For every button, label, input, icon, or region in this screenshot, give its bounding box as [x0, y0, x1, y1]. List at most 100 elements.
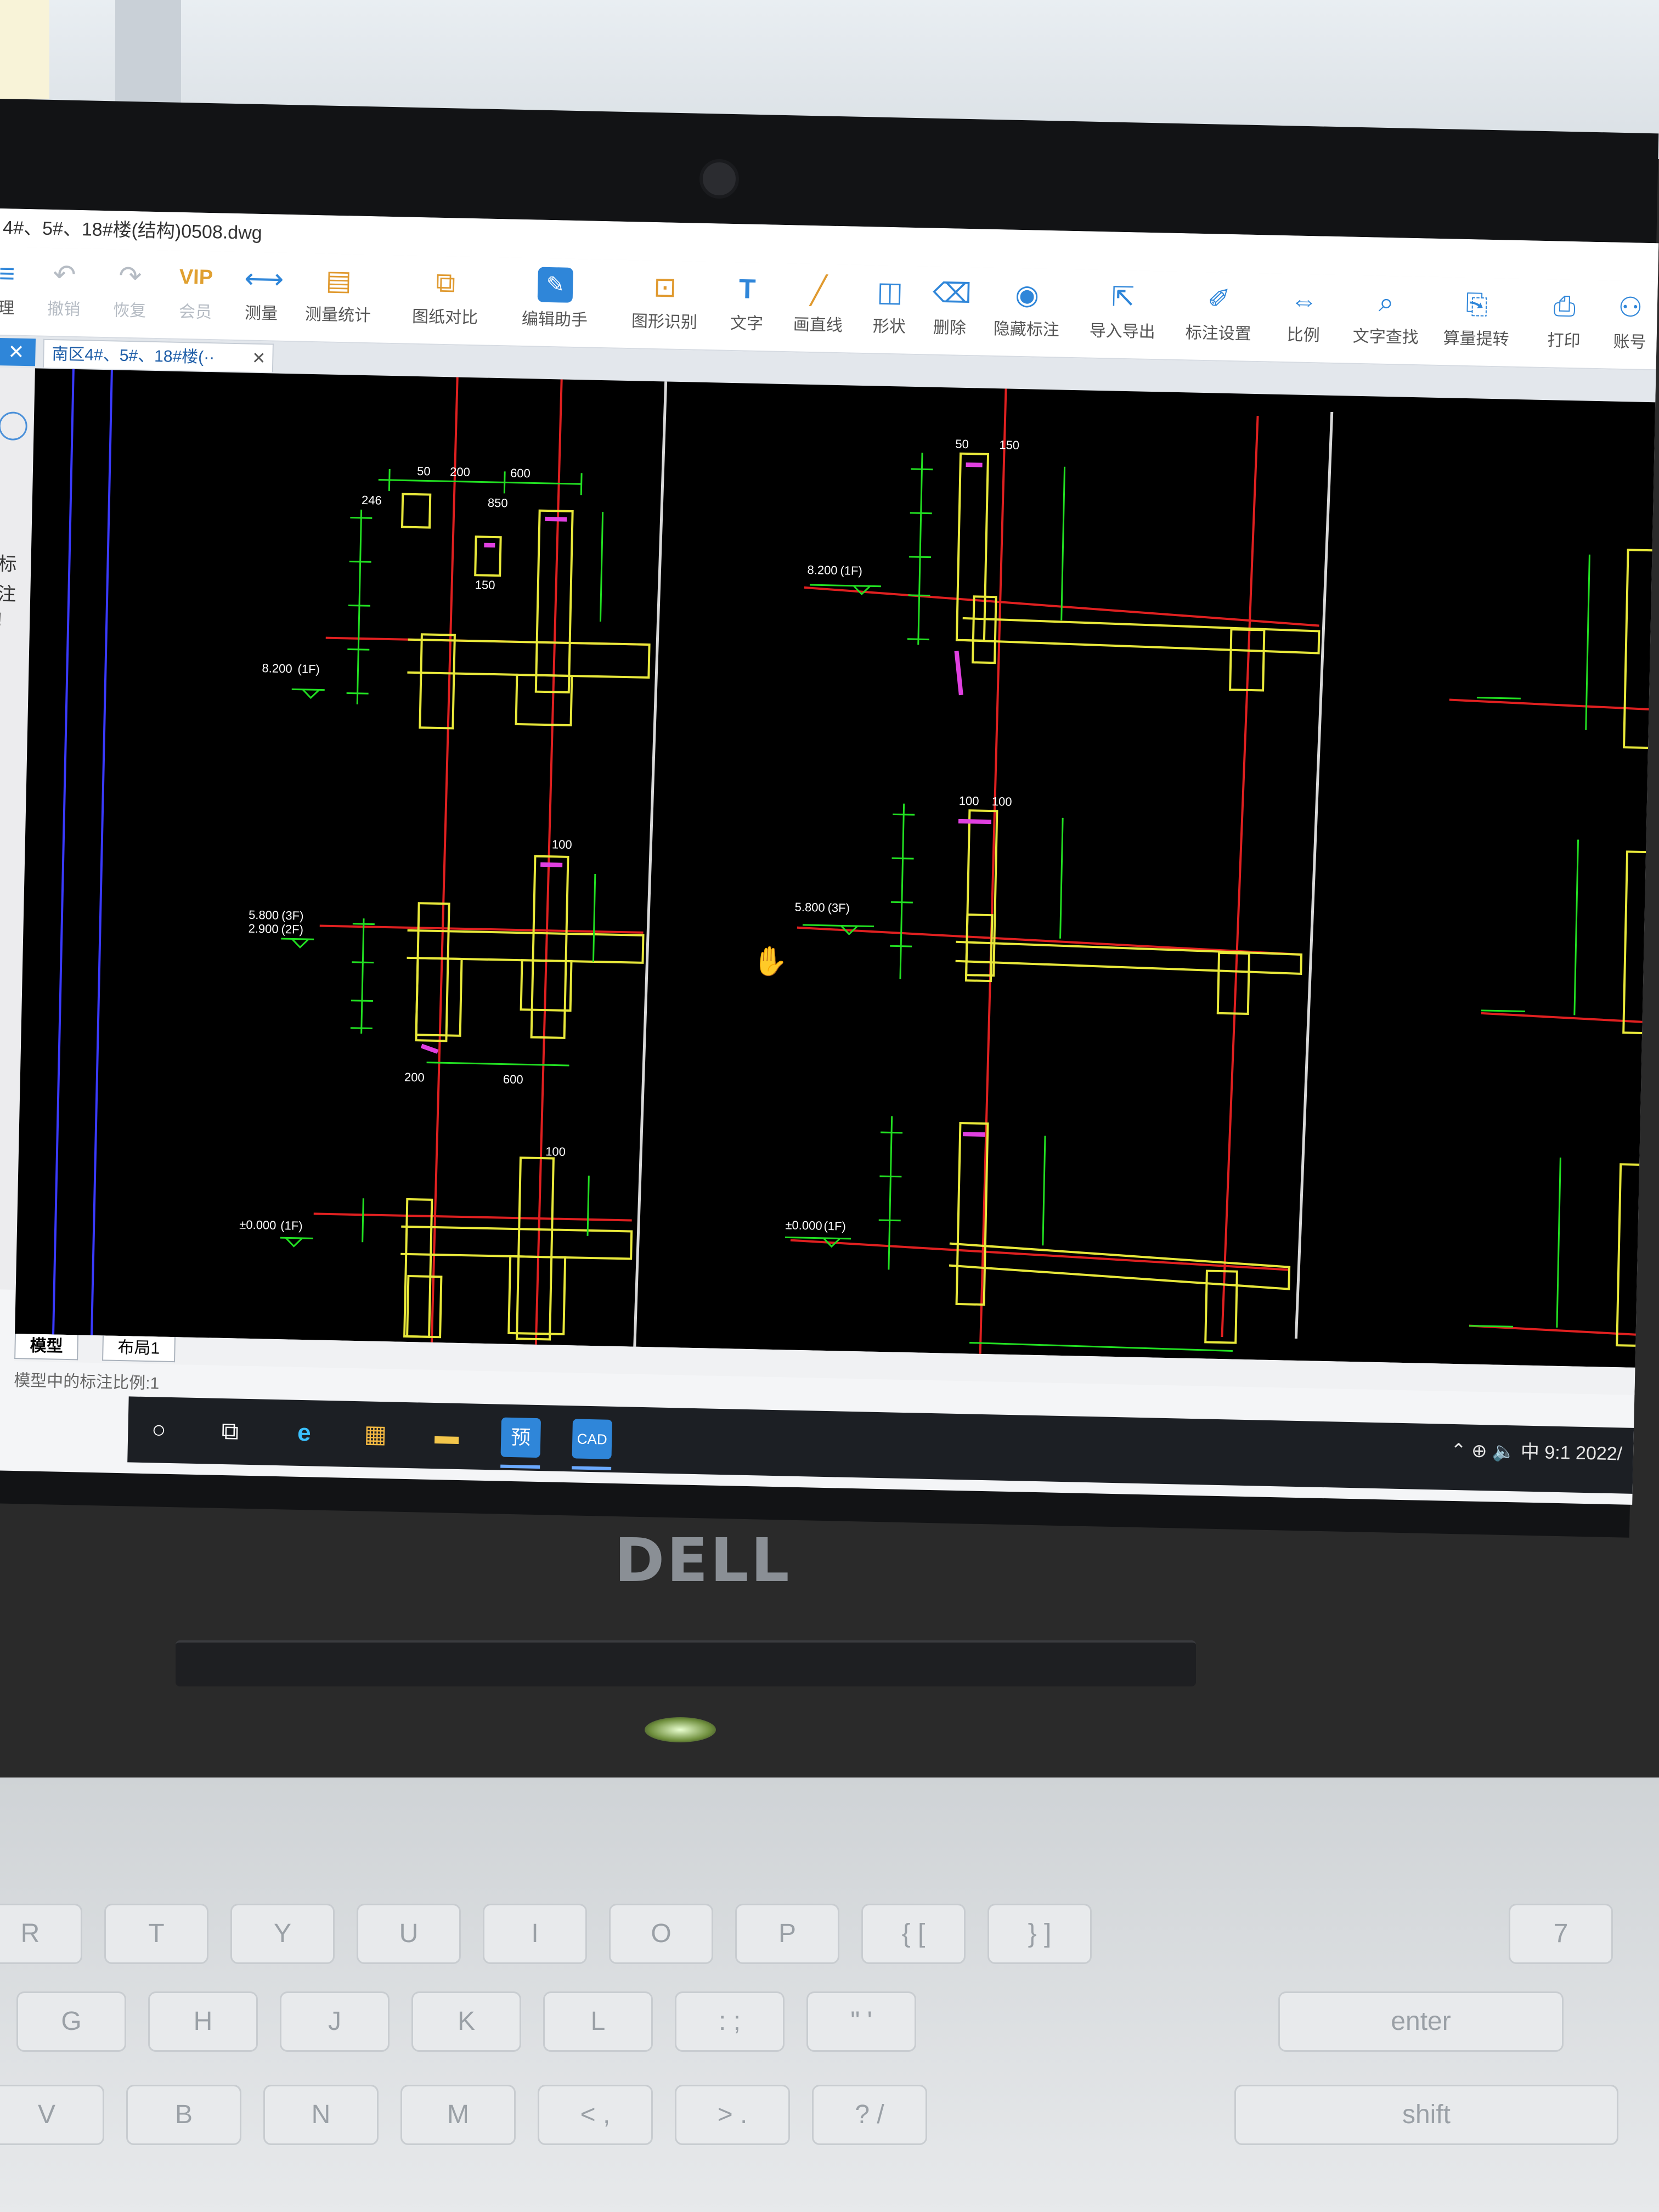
keyboard-key: enter — [1278, 1991, 1564, 2052]
side-panel-text-2: 注 — [0, 584, 16, 605]
elevation-label: ±0.000 — [785, 1218, 822, 1232]
keyboard-key: ? / — [812, 2085, 927, 2145]
clock-time: 9:1 — [1544, 1442, 1571, 1464]
elevation-label: 5.800 — [794, 900, 825, 915]
dim-label: 100 — [992, 794, 1012, 809]
dim-label: 150 — [999, 438, 1019, 452]
keyboard-key: shift — [1234, 2085, 1618, 2145]
keyboard-key: V — [0, 2085, 104, 2145]
keyboard-key: K — [411, 1991, 521, 2052]
document-tab-label: 南区4#、5#、18#楼(·· — [52, 345, 215, 367]
store-icon[interactable]: ▦ — [356, 1414, 396, 1454]
dim-label: 246 — [362, 493, 382, 507]
wall-light — [0, 0, 49, 99]
cad-drawing-canvas[interactable]: 8.200 (1F) 5.800 (3F) 2.900 (2F) ±0.000 … — [15, 368, 1659, 1368]
task-view-icon[interactable]: ⧉ — [210, 1412, 250, 1452]
floor-label: (3F) — [827, 901, 850, 915]
dim-label: 100 — [959, 794, 979, 808]
keyboard-key: I — [483, 1904, 587, 1964]
network-icon[interactable]: ⊕ — [1471, 1441, 1487, 1462]
power-button — [645, 1717, 716, 1742]
print-icon: ⎙ — [1553, 290, 1576, 322]
dim-label: 50 — [955, 437, 969, 452]
layout-tab-model[interactable]: 模型 — [14, 1334, 79, 1361]
line-icon: ╱ — [810, 274, 827, 306]
compare-icon: ⧉ — [435, 267, 456, 298]
search-icon[interactable]: ○ — [139, 1410, 179, 1450]
keyboard-deck: R T Y U I O P { [ } ] 7 G H J K L : ; " … — [0, 1778, 1659, 2212]
convert-button[interactable]: ⎘ 算量提转 — [1435, 280, 1519, 364]
cad-app-icon[interactable]: CAD — [572, 1419, 613, 1459]
keyboard-key: " ' — [806, 1991, 916, 2052]
keyboard-key: G — [16, 1991, 126, 2052]
keyboard-key: J — [280, 1991, 390, 2052]
active-app-indicator — [572, 1466, 612, 1470]
preview-app-icon[interactable]: 预 — [500, 1417, 541, 1458]
text-search-button[interactable]: ⌕ 文字查找 — [1344, 278, 1428, 362]
measure-stats-icon: ▤ — [325, 264, 352, 296]
dim-label: 50 — [417, 464, 431, 478]
convert-icon: ⎘ — [1465, 289, 1488, 320]
webcam — [699, 159, 739, 199]
keyboard-key: H — [148, 1991, 258, 2052]
account-icon: ⚇ — [1617, 291, 1643, 323]
import-export-icon: ⇱ — [1111, 281, 1135, 313]
chevron-up-icon[interactable]: ⌃ — [1451, 1440, 1466, 1462]
measure-icon: ⟷ — [244, 263, 284, 295]
dim-label: 100 — [552, 837, 572, 851]
file-explorer-icon[interactable]: ▬ — [427, 1416, 467, 1456]
import-export-button[interactable]: ⇱ 导入导出 — [1081, 273, 1165, 357]
dim-label: 200 — [404, 1070, 425, 1085]
elevation-label: 5.800 — [249, 908, 279, 922]
scale-button[interactable]: ⇔ 比例 — [1262, 276, 1346, 360]
layout-tab-layout1[interactable]: 布局1 — [102, 1335, 176, 1363]
annotation-settings-icon: ✐ — [1207, 283, 1231, 315]
dim-label: 600 — [503, 1073, 523, 1087]
keyboard-key: > . — [675, 2085, 790, 2145]
vip-icon: VIP — [179, 265, 213, 290]
delete-button[interactable]: ⌫ 删除 — [908, 269, 992, 353]
text-icon: T — [738, 273, 757, 304]
keyboard-key: U — [357, 1904, 461, 1964]
floor-label: (1F) — [840, 563, 862, 578]
floor-label: (2F) — [281, 922, 303, 936]
measure-stats-button[interactable]: ▤ 测量统计 — [296, 256, 380, 340]
panel-close-button[interactable]: ✕ — [0, 337, 36, 366]
elevation-label: 8.200 — [807, 563, 838, 577]
edge-icon[interactable]: e — [284, 1413, 324, 1453]
wall-post — [115, 0, 181, 110]
floor-label: (3F) — [281, 909, 304, 923]
floor-label: (1F) — [823, 1219, 846, 1233]
document-tab-close-icon[interactable]: ✕ — [252, 345, 266, 374]
keyboard-key: < , — [538, 2085, 653, 2145]
dim-label: 100 — [545, 1144, 566, 1159]
search-icon[interactable] — [0, 411, 28, 441]
elevation-label: ±0.000 — [239, 1218, 276, 1232]
side-panel-text-3: ! — [0, 609, 3, 630]
menu-icon: ≡ — [0, 257, 15, 289]
hide-annotation-button[interactable]: ◉ 隐藏标注 — [985, 271, 1069, 355]
keyboard-key: O — [609, 1904, 713, 1964]
scale-icon: ⇔ — [1290, 285, 1318, 317]
dim-label: 600 — [510, 466, 531, 481]
eraser-icon: ⌫ — [932, 277, 972, 309]
keyboard-key: } ] — [988, 1904, 1092, 1964]
speaker-icon[interactable]: 🔈 — [1492, 1441, 1516, 1462]
annotation-settings-button[interactable]: ✐ 标注设置 — [1177, 275, 1261, 359]
ime-indicator[interactable]: 中 — [1520, 1442, 1539, 1463]
keyboard-key: N — [263, 2085, 379, 2145]
laptop-hinge — [176, 1640, 1196, 1686]
floor-label: (1F) — [297, 662, 320, 676]
floor-label: (1F) — [280, 1218, 303, 1233]
shape-recognition-icon: ⊡ — [653, 271, 677, 303]
compare-button[interactable]: ⧉ 图纸对比 — [403, 258, 487, 342]
edit-assistant-button[interactable]: ✎ 编辑助手 — [513, 261, 597, 345]
keyboard-key: B — [126, 2085, 241, 2145]
status-text: 模型中的标注比例:1 — [13, 1372, 160, 1393]
document-tab[interactable]: 南区4#、5#、18#楼(·· ✕ — [42, 338, 274, 374]
measure-button[interactable]: ⟷ 测量 — [219, 255, 303, 338]
clock[interactable]: 9:1 2022/ — [1544, 1442, 1623, 1464]
shape-recognition-button[interactable]: ⊡ 图形识别 — [623, 263, 707, 347]
account-button[interactable]: ⚇ 账号 — [1588, 284, 1659, 368]
keyboard-key: { [ — [861, 1904, 966, 1964]
